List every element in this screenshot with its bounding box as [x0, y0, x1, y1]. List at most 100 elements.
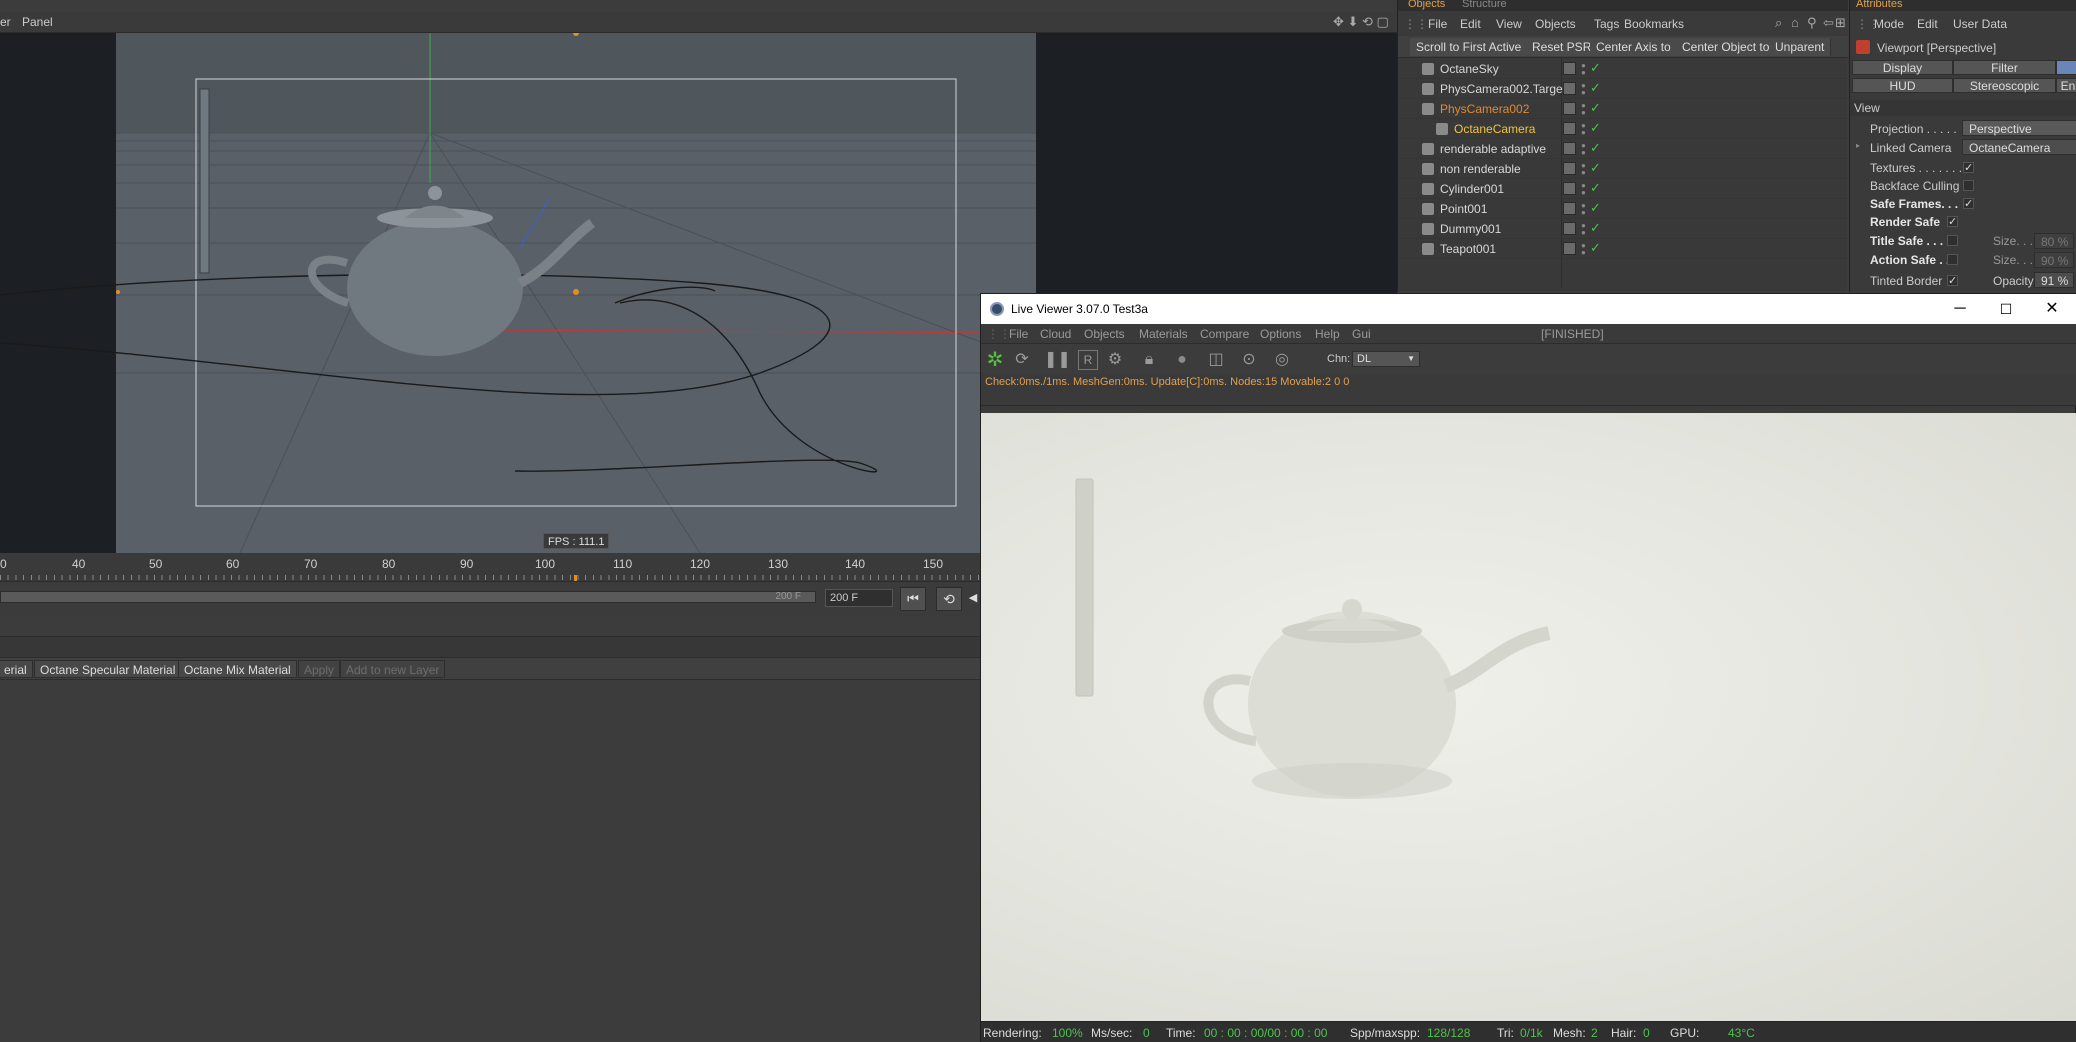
attr-menu-user-data[interactable]: User Data [1953, 17, 2007, 31]
object-name[interactable]: renderable adaptive [1440, 142, 1546, 156]
object-name[interactable]: Cylinder001 [1440, 182, 1504, 196]
obj-menu-view[interactable]: View [1496, 17, 1522, 31]
object-row[interactable]: PhysCamera002 ● ● ✓ [1398, 99, 1848, 119]
tab-objects[interactable]: Objects [1408, 0, 1445, 10]
visibility-dots[interactable]: ● ● [1581, 202, 1587, 217]
layer-toggle[interactable] [1563, 182, 1576, 195]
obj-menu-edit[interactable]: Edit [1460, 17, 1481, 31]
visibility-dots[interactable]: ● ● [1581, 182, 1587, 197]
channel-select[interactable]: DL ▼ [1352, 351, 1420, 367]
lv-menu-options[interactable]: Options [1260, 327, 1301, 341]
projection-select[interactable]: Perspective [1962, 120, 2076, 136]
octane-mix-material-button[interactable]: Octane Mix Material [178, 660, 297, 678]
backface-culling-checkbox[interactable] [1963, 180, 1974, 191]
object-row[interactable]: Cylinder001 ● ● ✓ [1398, 179, 1848, 199]
filter-icon[interactable]: ⚲ [1807, 15, 1817, 31]
lv-menu-materials[interactable]: Materials [1139, 327, 1188, 341]
layer-toggle[interactable] [1563, 122, 1576, 135]
tab-attributes[interactable]: Attributes [1856, 0, 1902, 10]
lv-menu-compare[interactable]: Compare [1200, 327, 1249, 341]
timeline-ruler[interactable]: 0 40 50 60 70 80 90 100 110 120 130 140 … [0, 553, 980, 581]
octane-specular-material-button[interactable]: Octane Specular Material [34, 660, 182, 678]
object-row[interactable]: Teapot001 ● ● ✓ [1398, 239, 1848, 259]
enabled-check-icon[interactable]: ✓ [1590, 80, 1601, 96]
layer-toggle[interactable] [1563, 242, 1576, 255]
layer-toggle[interactable] [1563, 102, 1576, 115]
cylinder-object[interactable] [199, 88, 210, 274]
visibility-dots[interactable]: ● ● [1581, 142, 1587, 157]
lv-menu-file[interactable]: File [1009, 327, 1028, 341]
unparent-button[interactable]: Unparent [1769, 38, 1832, 56]
hud-tab-button[interactable]: HUD [1852, 78, 1953, 93]
tab-structure[interactable]: Structure [1462, 0, 1507, 10]
center-axis-button[interactable]: Center Axis to [1590, 38, 1678, 56]
linked-camera-field[interactable]: OctaneCamera [1962, 139, 2076, 155]
object-name[interactable]: Point001 [1440, 202, 1487, 216]
layer-toggle[interactable] [1563, 142, 1576, 155]
apply-button[interactable]: Apply [298, 660, 341, 678]
obj-menu-bookmarks[interactable]: Bookmarks [1624, 17, 1684, 31]
filter-tab-button[interactable]: Filter [1953, 60, 2056, 75]
view-tab-button[interactable] [2056, 60, 2076, 75]
opacity-field[interactable]: 91 % [2034, 272, 2074, 288]
visibility-dots[interactable]: ● ● [1581, 102, 1587, 117]
object-name[interactable]: OctaneCamera [1454, 122, 1535, 136]
enabled-check-icon[interactable]: ✓ [1590, 100, 1601, 116]
add-to-new-layer-button[interactable]: Add to new Layer [340, 660, 446, 678]
lv-menu-help[interactable]: Help [1315, 327, 1340, 341]
object-name[interactable]: non renderable [1440, 162, 1521, 176]
enabled-check-icon[interactable]: ✓ [1590, 60, 1601, 76]
action-safe-size-field[interactable]: 90 % [2034, 252, 2074, 268]
object-row[interactable]: renderable adaptive ● ● ✓ [1398, 139, 1848, 159]
material-tab-partial[interactable]: erial [0, 660, 33, 678]
restart-render-icon[interactable]: ⟳ [1011, 349, 1033, 371]
viewport-nav-icons[interactable]: ✥ ⬇ ⟲ ▢ [1333, 14, 1389, 30]
object-name[interactable]: Dummy001 [1440, 222, 1501, 236]
enabled-check-icon[interactable]: ✓ [1590, 160, 1601, 176]
render-safe-checkbox[interactable]: ✓ [1947, 216, 1958, 228]
tinted-border-checkbox[interactable]: ✓ [1947, 275, 1958, 287]
stereoscopic-tab-button[interactable]: Stereoscopic [1953, 78, 2056, 93]
enabled-check-icon[interactable]: ✓ [1590, 180, 1601, 196]
object-row[interactable]: OctaneSky ● ● ✓ [1398, 59, 1848, 79]
object-row[interactable]: PhysCamera002.Target ● ● ✓ [1398, 79, 1848, 99]
visibility-dots[interactable]: ● ● [1581, 242, 1587, 257]
obj-menu-objects[interactable]: Objects [1535, 17, 1576, 31]
reset-psr-button[interactable]: Reset PSR [1526, 38, 1599, 56]
lv-menu-cloud[interactable]: Cloud [1040, 327, 1071, 341]
enabled-check-icon[interactable]: ✓ [1590, 120, 1601, 136]
enabled-check-icon[interactable]: ✓ [1590, 200, 1601, 216]
object-name[interactable]: PhysCamera002.Target [1440, 82, 1566, 96]
home-icon[interactable]: ⌂ [1791, 15, 1799, 30]
arrow-up-icon[interactable]: ⇦ [1823, 15, 1834, 31]
lv-menu-objects[interactable]: Objects [1084, 327, 1125, 341]
maximize-icon[interactable]: ☐ [1991, 298, 2021, 320]
obj-menu-file[interactable]: File [1428, 17, 1447, 31]
visibility-dots[interactable]: ● ● [1581, 82, 1587, 97]
obj-menu-tags[interactable]: Tags [1594, 17, 1619, 31]
attr-menu-mode[interactable]: Mode [1874, 17, 1904, 31]
enabled-check-icon[interactable]: ✓ [1590, 220, 1601, 236]
layer-toggle[interactable] [1563, 222, 1576, 235]
layer-toggle[interactable] [1563, 202, 1576, 215]
action-safe-checkbox[interactable] [1947, 254, 1958, 265]
pick-focus-icon[interactable]: ⊙ [1238, 349, 1260, 371]
attr-menu-edit[interactable]: Edit [1917, 17, 1938, 31]
pick-white-balance-icon[interactable]: ◎ [1271, 349, 1293, 371]
layer-toggle[interactable] [1563, 82, 1576, 95]
safe-frames-checkbox[interactable]: ✓ [1963, 198, 1974, 210]
title-safe-size-field[interactable]: 80 % [2034, 233, 2074, 249]
spline-curve-2[interactable] [514, 286, 878, 473]
object-name[interactable]: OctaneSky [1440, 62, 1499, 76]
loop-button[interactable]: ⟲ [936, 587, 962, 611]
region-render-icon[interactable]: R [1078, 350, 1098, 370]
viewport-menu-item[interactable]: er [0, 15, 11, 29]
object-row[interactable]: Point001 ● ● ✓ [1398, 199, 1848, 219]
scroll-to-first-active-button[interactable]: Scroll to First Active [1410, 38, 1529, 56]
visibility-dots[interactable]: ● ● [1581, 122, 1587, 137]
settings-gear-icon[interactable]: ⚙ [1104, 349, 1126, 371]
center-object-button[interactable]: Center Object to [1676, 38, 1777, 56]
lv-menu-gui[interactable]: Gui [1352, 327, 1371, 341]
layer-toggle[interactable] [1563, 62, 1576, 75]
expand-arrow-icon[interactable]: ▸ [1856, 141, 1860, 150]
